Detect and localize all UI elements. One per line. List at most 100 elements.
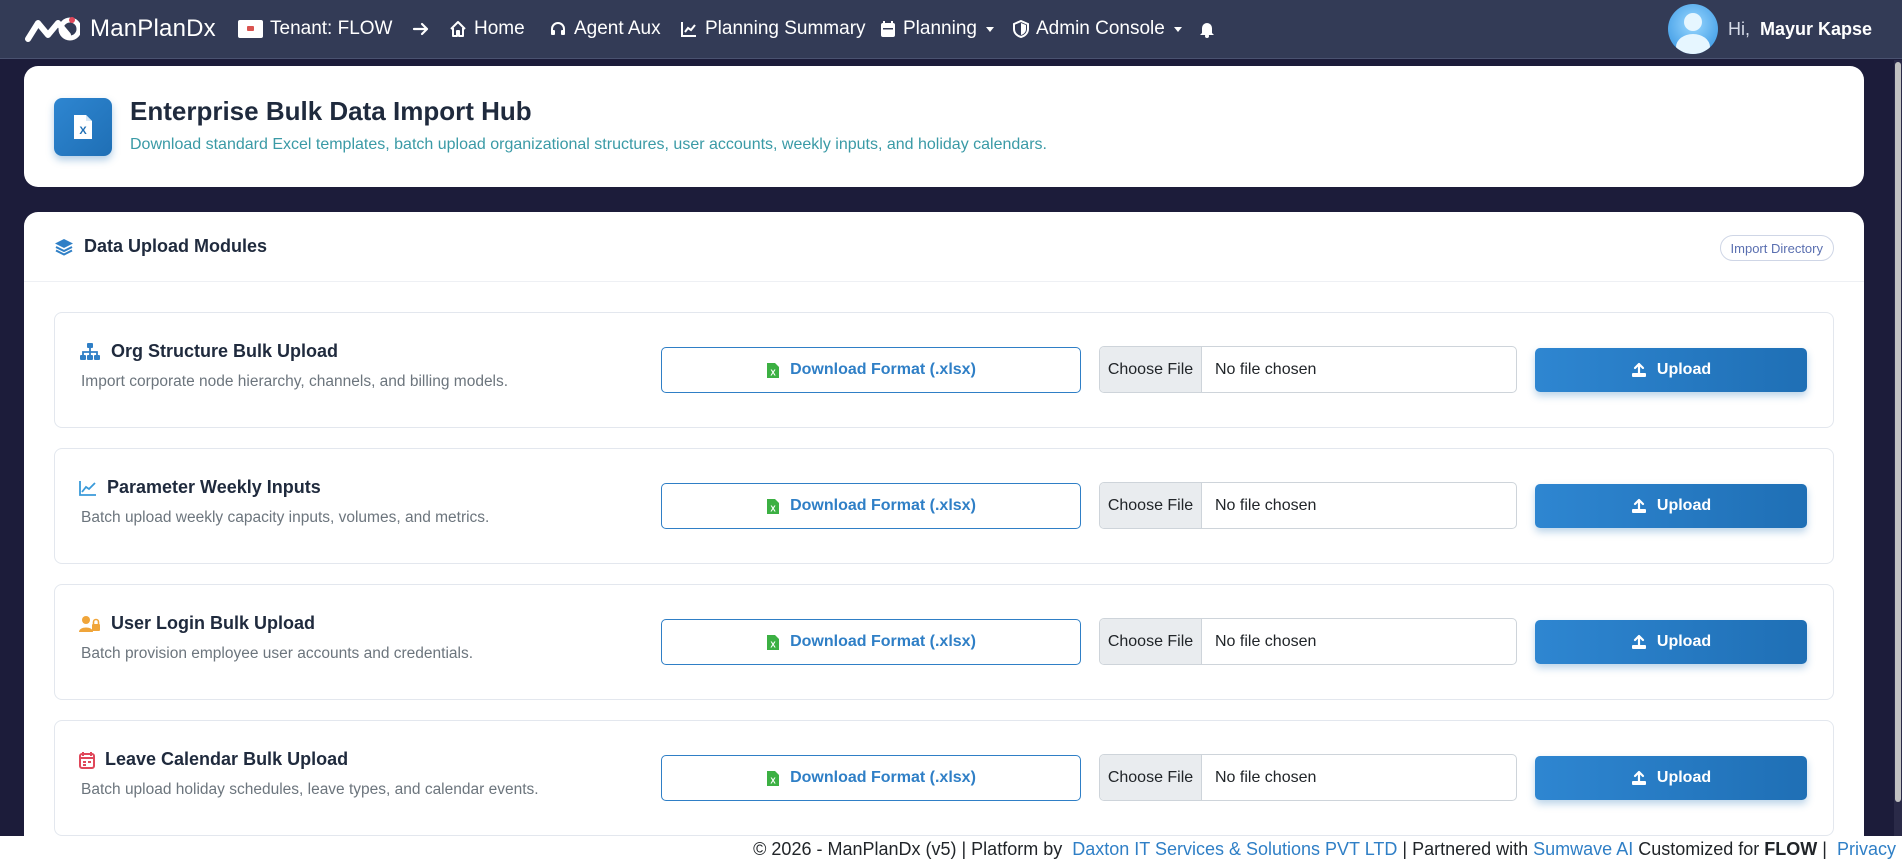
file-name-text: No file chosen [1215, 768, 1317, 786]
excel-file-icon: X [767, 634, 780, 650]
upload-row-parameter-weekly: Parameter Weekly Inputs Batch upload wee… [54, 448, 1834, 564]
upload-button[interactable]: Upload [1535, 348, 1807, 392]
nav-planning-label: Planning [903, 18, 977, 39]
user-greeting: Hi, [1727, 18, 1750, 39]
excel-file-icon: X [767, 498, 780, 514]
upload-icon [1631, 634, 1646, 649]
user-lock-icon [79, 615, 100, 632]
row-title: Leave Calendar Bulk Upload [79, 749, 348, 770]
upload-button[interactable]: Upload [1535, 756, 1807, 800]
file-name-text: No file chosen [1215, 360, 1317, 378]
row-description: Batch upload holiday schedules, leave ty… [81, 781, 539, 798]
chevron-down-icon [985, 26, 994, 32]
import-directory-badge[interactable]: Import Directory [1719, 235, 1834, 261]
nav-home[interactable]: Home [449, 14, 525, 44]
nav-admin-console-label: Admin Console [1036, 18, 1165, 39]
upload-label: Upload [1656, 361, 1712, 378]
row-title-label: Org Structure Bulk Upload [111, 341, 339, 361]
svg-text:X: X [79, 125, 87, 137]
page-footer: © 2026 - ManPlanDx (v5) | Platform by Da… [0, 836, 1902, 863]
nav-agent-aux[interactable]: Agent Aux [549, 14, 661, 44]
footer-client: FLOW [1764, 839, 1818, 859]
download-format-button[interactable]: X Download Format (.xlsx) [661, 755, 1081, 801]
footer-copyright: © 2026 - ManPlanDx (v5) | Platform by [753, 839, 1063, 859]
file-input[interactable]: Choose File No file chosen [1099, 618, 1517, 665]
footer-customized: Customized for [1638, 839, 1760, 859]
file-input[interactable]: Choose File No file chosen [1099, 754, 1517, 801]
shield-icon [1013, 20, 1029, 38]
upload-button[interactable]: Upload [1535, 620, 1807, 664]
modules-title-label: Data Upload Modules [84, 236, 268, 256]
user-name: Mayur Kapse [1759, 18, 1872, 39]
nav-planning-summary[interactable]: Planning Summary [680, 14, 866, 44]
tenant-selector[interactable]: Tenant: FLOW [238, 14, 430, 44]
bell-icon [1200, 23, 1214, 38]
choose-file-button[interactable]: Choose File [1100, 619, 1202, 664]
choose-file-button[interactable]: Choose File [1100, 347, 1202, 392]
upload-row-org-structure: Org Structure Bulk Upload Import corpora… [54, 312, 1834, 428]
brand-name: ManPlanDx [90, 15, 216, 42]
upload-icon [1631, 770, 1646, 785]
file-input[interactable]: Choose File No file chosen [1099, 346, 1517, 393]
layers-icon [55, 238, 73, 256]
file-name-text: No file chosen [1215, 632, 1317, 650]
file-name-text: No file chosen [1215, 496, 1317, 514]
row-title: User Login Bulk Upload [79, 613, 315, 634]
upload-label: Upload [1656, 769, 1712, 786]
page-scrollbar-thumb[interactable] [1895, 62, 1901, 802]
download-format-button[interactable]: X Download Format (.xlsx) [661, 347, 1081, 393]
download-format-label: Download Format (.xlsx) [790, 361, 976, 378]
footer-separator: | [1822, 839, 1827, 859]
footer-privacy-link[interactable]: Privacy [1837, 839, 1896, 860]
arrow-right-icon [412, 22, 428, 36]
svg-text:X: X [770, 368, 776, 377]
file-input[interactable]: Choose File No file chosen [1099, 482, 1517, 529]
download-format-label: Download Format (.xlsx) [790, 497, 976, 514]
tenant-label: Tenant: FLOW [270, 18, 393, 39]
row-title-label: User Login Bulk Upload [111, 613, 316, 633]
excel-file-icon: X [54, 98, 112, 156]
brand-logo-icon [25, 17, 80, 42]
nav-planning-dropdown[interactable]: Planning [880, 14, 994, 44]
excel-file-icon: X [767, 362, 780, 378]
top-navbar: ManPlanDx Tenant: FLOW Home Agent Aux Pl… [0, 0, 1902, 59]
modules-header: Data Upload Modules Import Directory [24, 212, 1864, 282]
home-icon [450, 21, 466, 37]
row-title: Org Structure Bulk Upload [79, 341, 338, 362]
choose-file-button[interactable]: Choose File [1100, 483, 1202, 528]
data-upload-modules-card: Data Upload Modules Import Directory Org… [24, 212, 1864, 863]
calendar-icon [79, 751, 95, 769]
notifications-button[interactable] [1199, 14, 1215, 44]
footer-partnered: | Partnered with [1402, 839, 1529, 859]
row-title-label: Parameter Weekly Inputs [107, 477, 321, 497]
download-format-label: Download Format (.xlsx) [790, 769, 976, 786]
upload-row-user-login: User Login Bulk Upload Batch provision e… [54, 584, 1834, 700]
footer-partner-link[interactable]: Sumwave AI [1533, 839, 1633, 860]
page-subtitle: Download standard Excel templates, batch… [130, 136, 1047, 153]
calendar-icon [881, 21, 895, 37]
brand[interactable]: ManPlanDx [24, 12, 216, 46]
nav-admin-console-dropdown[interactable]: Admin Console [1013, 14, 1182, 44]
download-format-label: Download Format (.xlsx) [790, 633, 976, 650]
row-title-label: Leave Calendar Bulk Upload [105, 749, 349, 769]
tenant-flag-icon [238, 20, 263, 38]
upload-label: Upload [1656, 497, 1712, 514]
modules-title: Data Upload Modules [54, 236, 267, 257]
svg-text:X: X [770, 504, 776, 513]
sitemap-icon [80, 342, 100, 360]
page-header-card: X Enterprise Bulk Data Import Hub Downlo… [24, 66, 1864, 187]
footer-company-link[interactable]: Daxton IT Services & Solutions PVT LTD [1072, 839, 1397, 860]
upload-button[interactable]: Upload [1535, 484, 1807, 528]
upload-icon [1631, 498, 1646, 513]
upload-row-leave-calendar: Leave Calendar Bulk Upload Batch upload … [54, 720, 1834, 836]
page-title: Enterprise Bulk Data Import Hub [130, 96, 532, 126]
download-format-button[interactable]: X Download Format (.xlsx) [661, 619, 1081, 665]
row-title: Parameter Weekly Inputs [79, 477, 321, 498]
row-description: Import corporate node hierarchy, channel… [81, 373, 509, 390]
choose-file-button[interactable]: Choose File [1100, 755, 1202, 800]
svg-text:X: X [770, 640, 776, 649]
excel-file-icon: X [767, 770, 780, 786]
user-menu[interactable]: Hi, Mayur Kapse [1667, 4, 1872, 54]
download-format-button[interactable]: X Download Format (.xlsx) [661, 483, 1081, 529]
upload-icon [1631, 362, 1646, 377]
